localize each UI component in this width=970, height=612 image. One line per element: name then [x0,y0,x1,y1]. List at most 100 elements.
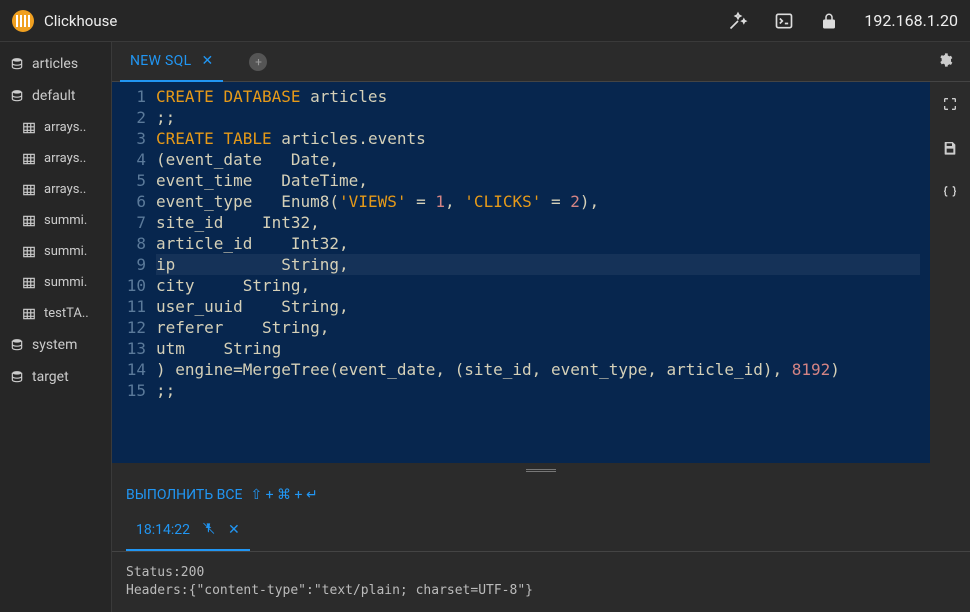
code-line: ip String, [156,254,920,275]
sidebar-item-label: system [32,337,77,353]
line-number: 1 [112,86,146,107]
line-number: 6 [112,191,146,212]
line-number: 5 [112,170,146,191]
code-line: (event_date Date, [156,149,920,170]
table-icon [22,152,36,166]
line-number: 7 [112,212,146,233]
sql-editor[interactable]: 123456789101112131415 CREATE DATABASE ar… [112,82,930,463]
code-line: ;; [156,107,920,128]
code-line: ;; [156,380,920,401]
status-line: Status:200 [126,564,956,582]
sidebar-item-label: summi. [44,213,87,228]
sidebar-item-5[interactable]: summi. [0,205,111,236]
pin-off-icon[interactable] [202,521,216,539]
code-line: user_uuid String, [156,296,920,317]
line-number: 3 [112,128,146,149]
database-icon [10,57,24,71]
right-rail [930,82,970,463]
sidebar-item-9[interactable]: system [0,329,111,361]
topbar-left: Clickhouse [12,10,117,32]
sidebar-item-label: summi. [44,275,87,290]
result-tabs: 18:14:22 ✕ [112,509,970,552]
app-logo [12,10,34,32]
line-gutter: 123456789101112131415 [112,86,156,463]
gear-icon[interactable] [928,52,962,72]
terminal-icon[interactable] [774,11,794,31]
sidebar-item-2[interactable]: arrays.. [0,112,111,143]
line-number: 13 [112,338,146,359]
sidebar-item-8[interactable]: testTA.. [0,298,111,329]
connection-ip: 192.168.1.20 [864,11,958,30]
tab-label: NEW SQL [130,53,191,69]
code-line: event_time DateTime, [156,170,920,191]
fullscreen-icon[interactable] [942,96,958,116]
sidebar-item-label: articles [32,56,78,72]
table-icon [22,276,36,290]
code-line: event_type Enum8('VIEWS' = 1, 'CLICKS' =… [156,191,920,212]
content: NEW SQL ✕ + 123456789101112131415 CREATE… [112,42,970,612]
result-pane: Status:200 Headers:{"content-type":"text… [112,552,970,612]
tab-new-sql[interactable]: NEW SQL ✕ [120,42,223,82]
sidebar-item-4[interactable]: arrays.. [0,174,111,205]
tabs: NEW SQL ✕ + [120,42,267,82]
topbar: Clickhouse 192.168.1.20 [0,0,970,42]
result-tab-label: 18:14:22 [136,522,190,538]
sidebar-item-3[interactable]: arrays.. [0,143,111,174]
topbar-right: 192.168.1.20 [728,11,958,31]
line-number: 9 [112,254,146,275]
code-line: article_id Int32, [156,233,920,254]
code-line: referer String, [156,317,920,338]
headers-line: Headers:{"content-type":"text/plain; cha… [126,582,956,600]
sidebar-item-10[interactable]: target [0,361,111,393]
result-tab-time[interactable]: 18:14:22 ✕ [126,515,250,551]
sidebar-item-7[interactable]: summi. [0,267,111,298]
sidebar-item-label: summi. [44,244,87,259]
code-line: site_id Int32, [156,212,920,233]
tab-bar: NEW SQL ✕ + [112,42,970,82]
app-title: Clickhouse [44,12,117,30]
sidebar-item-label: default [32,88,76,104]
sidebar-item-6[interactable]: summi. [0,236,111,267]
code-line: utm String [156,338,920,359]
magic-icon[interactable] [728,11,748,31]
sidebar-item-0[interactable]: articles [0,48,111,80]
code-line: city String, [156,275,920,296]
sidebar-item-label: target [32,369,69,385]
line-number: 8 [112,233,146,254]
code-line: ) engine=MergeTree(event_date, (site_id,… [156,359,920,380]
close-icon[interactable]: ✕ [228,522,240,538]
line-number: 12 [112,317,146,338]
sidebar-item-1[interactable]: default [0,80,111,112]
table-icon [22,307,36,321]
table-icon [22,245,36,259]
code-line: CREATE DATABASE articles [156,86,920,107]
sidebar-item-label: arrays.. [44,120,86,135]
sidebar-item-label: arrays.. [44,151,86,166]
database-icon [10,89,24,103]
table-icon [22,183,36,197]
braces-icon[interactable] [942,184,958,204]
database-icon [10,370,24,384]
add-tab-button[interactable]: + [249,53,267,71]
save-icon[interactable] [942,140,958,160]
run-all-label: ВЫПОЛНИТЬ ВСЕ [126,487,242,503]
line-number: 2 [112,107,146,128]
lock-icon[interactable] [820,12,838,30]
line-number: 4 [112,149,146,170]
sidebar: articles default arrays.. arrays.. arrays.. s… [0,42,112,612]
sidebar-item-label: testTA.. [44,306,89,321]
close-icon[interactable]: ✕ [201,53,213,69]
pane-resize-handle[interactable] [112,463,970,477]
run-all-shortcut: ⇧ + ⌘ + ↵ [250,487,317,503]
editor-wrap: 123456789101112131415 CREATE DATABASE ar… [112,82,970,463]
table-icon [22,121,36,135]
sidebar-item-label: arrays.. [44,182,86,197]
code-area[interactable]: CREATE DATABASE articles;;CREATE TABLE a… [156,86,930,463]
table-icon [22,214,36,228]
line-number: 15 [112,380,146,401]
line-number: 14 [112,359,146,380]
main: articles default arrays.. arrays.. arrays.. s… [0,42,970,612]
database-icon [10,338,24,352]
run-bar[interactable]: ВЫПОЛНИТЬ ВСЕ ⇧ + ⌘ + ↵ [112,477,970,509]
code-line: CREATE TABLE articles.events [156,128,920,149]
